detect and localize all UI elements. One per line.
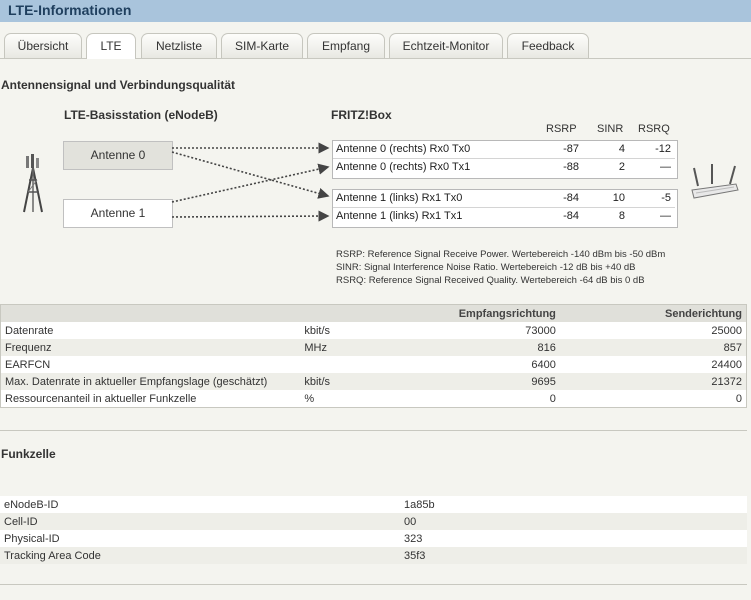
- tab-lte[interactable]: LTE: [86, 33, 136, 59]
- header-senderichtung: Senderichtung: [559, 304, 747, 322]
- divider: [0, 430, 747, 431]
- table-row: Cell-ID 00: [0, 513, 747, 530]
- router-icon: [690, 162, 740, 202]
- table-row: eNodeB-ID 1a85b: [0, 496, 747, 513]
- table-row: Physical-ID 323: [0, 530, 747, 547]
- base-antenna-1: Antenne 1: [63, 199, 173, 228]
- table-row: Frequenz MHz 816 857: [0, 339, 747, 356]
- col-rsrq: RSRQ: [638, 123, 670, 135]
- fritzbox-label: FRITZ!Box: [331, 108, 392, 122]
- tab-feedback[interactable]: Feedback: [507, 33, 589, 58]
- table-row: Tracking Area Code 35f3: [0, 547, 747, 564]
- tab-sim-karte[interactable]: SIM-Karte: [221, 33, 303, 58]
- legend-sinr: SINR: Signal Interference Noise Ratio. W…: [336, 262, 636, 273]
- funkzelle-title: Funkzelle: [1, 447, 56, 461]
- table-row: Max. Datenrate in aktueller Empfangslage…: [0, 373, 747, 390]
- funkzelle-table: eNodeB-ID 1a85b Cell-ID 00 Physical-ID 3…: [0, 496, 747, 564]
- connection-lines: [171, 142, 330, 222]
- antenna-row: Antenne 0 (rechts) Rx0 Tx1 -88 2 —: [333, 159, 675, 176]
- antenna-row: Antenne 1 (links) Rx1 Tx0 -84 10 -5: [333, 190, 675, 208]
- title-bar: LTE-Informationen: [0, 0, 751, 23]
- table-row: Ressourcenanteil in aktueller Funkzelle …: [0, 390, 747, 408]
- divider: [0, 584, 747, 585]
- table-header-row: Empfangsrichtung Senderichtung: [0, 304, 747, 322]
- base-antenna-0: Antenne 0: [63, 141, 173, 170]
- legend-rsrp: RSRP: Reference Signal Receive Power. We…: [336, 249, 666, 260]
- table-row: EARFCN 6400 24400: [0, 356, 747, 373]
- tab-netzliste[interactable]: Netzliste: [141, 33, 217, 58]
- tab-echtzeit-monitor[interactable]: Echtzeit-Monitor: [389, 33, 503, 58]
- tab-bar: Übersicht LTE Netzliste SIM-Karte Empfan…: [0, 22, 751, 59]
- table-row: Datenrate kbit/s 73000 25000: [0, 322, 747, 339]
- page-title: LTE-Informationen: [8, 2, 132, 18]
- antenna-row: Antenne 0 (rechts) Rx0 Tx0 -87 4 -12: [333, 141, 675, 159]
- cell-tower-icon: [18, 152, 48, 216]
- antenna-row: Antenne 1 (links) Rx1 Tx1 -84 8 —: [333, 208, 675, 225]
- header-empfangsrichtung: Empfangsrichtung: [400, 304, 560, 322]
- base-station-label: LTE-Basisstation (eNodeB): [64, 108, 218, 122]
- col-rsrp: RSRP: [546, 123, 577, 135]
- signal-section-title: Antennensignal und Verbindungsqualität: [1, 78, 236, 92]
- col-sinr: SINR: [597, 123, 624, 135]
- tab-empfang[interactable]: Empfang: [307, 33, 385, 58]
- connection-data-table: Empfangsrichtung Senderichtung Datenrate…: [0, 304, 747, 408]
- legend-rsrq: RSRQ: Reference Signal Received Quality.…: [336, 275, 645, 286]
- tab-uebersicht[interactable]: Übersicht: [4, 33, 82, 58]
